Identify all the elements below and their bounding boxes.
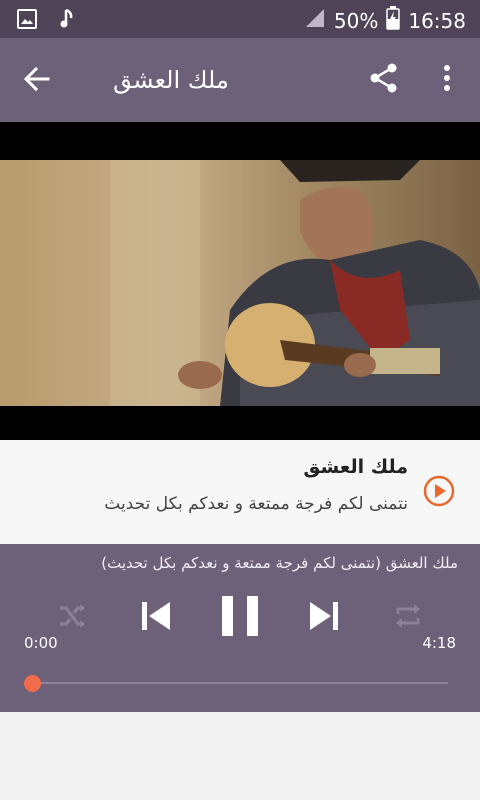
play-circle-icon[interactable] <box>422 474 456 508</box>
battery-text: 50% <box>333 8 379 33</box>
music-note-icon <box>60 8 76 34</box>
share-icon[interactable] <box>366 60 402 96</box>
image-icon <box>16 8 38 34</box>
video-player[interactable] <box>0 122 480 440</box>
pause-icon[interactable] <box>220 594 260 642</box>
clock: 16:58 <box>408 8 466 33</box>
back-arrow-icon[interactable] <box>20 62 54 96</box>
video-thumbnail <box>0 160 480 406</box>
track-title: ملك العشق <box>303 456 408 478</box>
track-subtitle: نتمنى لكم فرجة ممتعة و نعدكم بكل تحديث <box>104 494 408 514</box>
duration-time: 4:18 <box>422 634 456 652</box>
app-bar: ملك العشق <box>0 38 480 122</box>
empty-area <box>0 712 480 800</box>
seek-bar[interactable] <box>32 682 448 684</box>
status-bar: 50% 16:58 <box>0 0 480 38</box>
next-icon[interactable] <box>308 598 340 638</box>
track-card[interactable]: ملك العشق نتمنى لكم فرجة ممتعة و نعدكم ب… <box>0 440 480 544</box>
now-playing-text: ملك العشق (نتمنى لكم فرجة ممتعة و نعدكم … <box>101 554 458 572</box>
elapsed-time: 0:00 <box>24 634 58 652</box>
previous-icon[interactable] <box>140 598 172 638</box>
repeat-icon[interactable] <box>392 600 424 636</box>
audio-player: ملك العشق (نتمنى لكم فرجة ممتعة و نعدكم … <box>0 544 480 712</box>
seek-thumb[interactable] <box>24 675 41 692</box>
battery-charging-icon <box>386 6 401 35</box>
more-vert-icon[interactable] <box>432 60 462 96</box>
signal-icon <box>304 7 326 34</box>
page-title: ملك العشق <box>113 66 229 94</box>
shuffle-icon[interactable] <box>56 600 88 636</box>
